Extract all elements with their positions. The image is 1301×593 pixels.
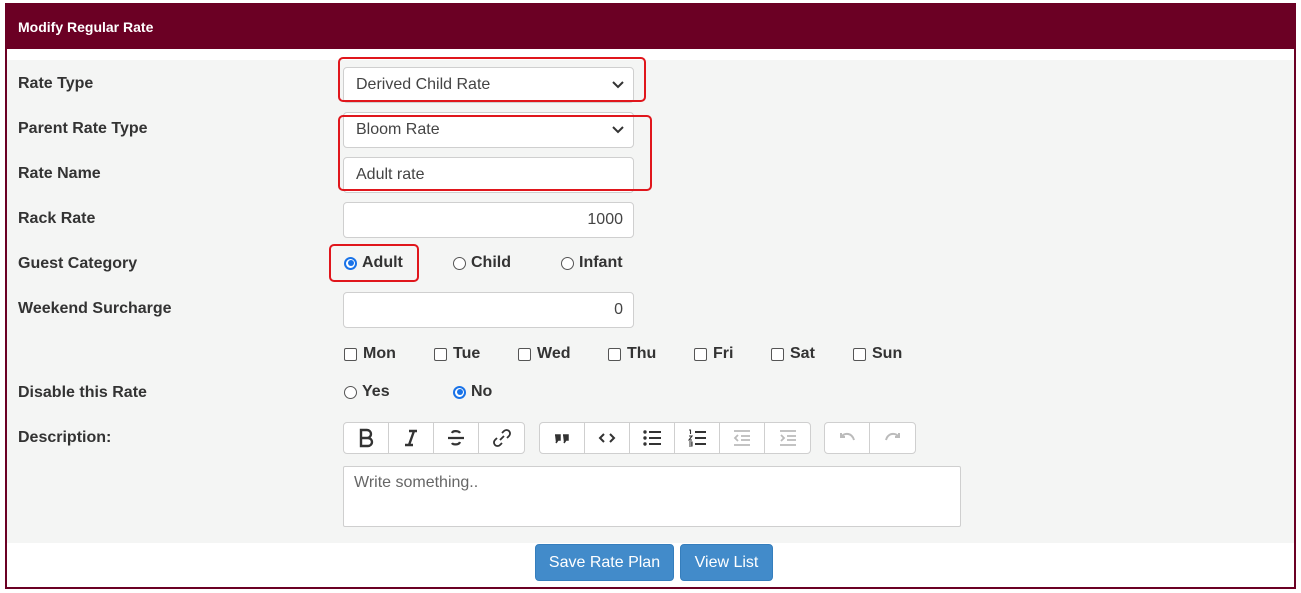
guest-category-label: Guest Category <box>18 255 138 272</box>
italic-icon <box>405 429 417 447</box>
radio-checked[interactable] <box>453 385 466 399</box>
radio-unchecked[interactable] <box>561 256 574 270</box>
rack-rate-input[interactable]: 1000 <box>343 202 634 238</box>
day-thu-checkbox[interactable]: Thu <box>608 345 656 363</box>
checkbox-box[interactable] <box>694 347 707 361</box>
bold-icon <box>359 428 374 448</box>
day-sun-checkbox[interactable]: Sun <box>853 345 902 363</box>
disable-rate-label: Disable this Rate <box>18 384 147 401</box>
checkbox-label: Fri <box>713 345 734 362</box>
rack-rate-label: Rack Rate <box>18 210 96 227</box>
link-icon <box>492 429 511 447</box>
chevron-down-icon <box>612 81 624 89</box>
checkbox-label: Thu <box>627 345 657 362</box>
guest-infant-radio[interactable]: Infant <box>561 254 623 272</box>
checkbox-label: Wed <box>537 345 571 362</box>
numbered-list-icon <box>687 429 706 447</box>
guest-child-radio[interactable]: Child <box>453 254 511 272</box>
redo-button[interactable] <box>870 423 915 453</box>
rate-type-label: Rate Type <box>18 75 94 92</box>
radio-label: Infant <box>579 254 623 271</box>
description-editor[interactable]: Write something.. <box>343 466 961 527</box>
parent-rate-type-select[interactable]: Bloom Rate <box>343 112 634 148</box>
chevron-down-icon <box>612 126 624 134</box>
quote-button[interactable] <box>540 423 585 453</box>
modify-rate-panel: Modify Regular Rate Rate Type Derived Ch… <box>5 3 1296 589</box>
day-mon-checkbox[interactable]: Mon <box>344 345 396 363</box>
view-list-button[interactable]: View List <box>680 544 773 581</box>
rate-name-input[interactable]: Adult rate <box>343 157 634 193</box>
indent-icon <box>779 430 796 446</box>
save-rate-plan-button[interactable]: Save Rate Plan <box>535 544 674 581</box>
strikethrough-button[interactable] <box>434 423 479 453</box>
checkbox-box[interactable] <box>344 347 357 361</box>
italic-button[interactable] <box>389 423 434 453</box>
checkbox-label: Sat <box>790 345 815 362</box>
description-label: Description: <box>18 429 112 446</box>
indent-button[interactable] <box>765 423 810 453</box>
day-fri-checkbox[interactable]: Fri <box>694 345 733 363</box>
outdent-icon <box>733 430 750 446</box>
toolbar-group-block <box>539 422 811 454</box>
code-button[interactable] <box>585 423 630 453</box>
code-icon <box>598 433 616 443</box>
checkbox-box[interactable] <box>608 347 621 361</box>
radio-unchecked[interactable] <box>453 256 466 270</box>
link-button[interactable] <box>479 423 524 453</box>
day-tue-checkbox[interactable]: Tue <box>434 345 480 363</box>
checkbox-box[interactable] <box>434 347 447 361</box>
quote-icon <box>555 434 569 444</box>
bold-button[interactable] <box>344 423 389 453</box>
guest-adult-radio[interactable]: Adult <box>344 254 403 272</box>
panel-title: Modify Regular Rate <box>7 5 1294 49</box>
weekend-surcharge-label: Weekend Surcharge <box>18 300 172 317</box>
radio-unchecked[interactable] <box>344 385 357 399</box>
checkbox-box[interactable] <box>853 347 866 361</box>
checkbox-label: Tue <box>453 345 481 362</box>
checkbox-label: Sun <box>872 345 903 362</box>
checkbox-label: Mon <box>363 345 396 362</box>
rate-type-value: Derived Child Rate <box>356 76 491 93</box>
rate-name-label: Rate Name <box>18 165 101 182</box>
disable-no-radio[interactable]: No <box>453 383 492 401</box>
toolbar-group-format <box>343 422 525 454</box>
radio-checked[interactable] <box>344 256 357 270</box>
radio-label: Child <box>471 254 511 271</box>
day-sat-checkbox[interactable]: Sat <box>771 345 815 363</box>
radio-label: Yes <box>362 383 390 400</box>
undo-button[interactable] <box>825 423 870 453</box>
weekend-surcharge-input[interactable]: 0 <box>343 292 634 328</box>
day-wed-checkbox[interactable]: Wed <box>518 345 570 363</box>
bulleted-list-icon <box>643 430 661 446</box>
radio-label: No <box>471 383 493 400</box>
redo-icon <box>884 432 900 441</box>
toolbar-group-history <box>824 422 916 454</box>
checkbox-box[interactable] <box>771 347 784 361</box>
parent-rate-type-value: Bloom Rate <box>356 121 440 138</box>
parent-rate-type-label: Parent Rate Type <box>18 120 148 137</box>
rate-type-select[interactable]: Derived Child Rate <box>343 67 634 103</box>
outdent-button[interactable] <box>720 423 765 453</box>
radio-label: Adult <box>362 254 403 271</box>
disable-yes-radio[interactable]: Yes <box>344 383 390 401</box>
strikethrough-icon <box>448 430 464 446</box>
numbered-list-button[interactable] <box>675 423 720 453</box>
undo-icon <box>840 432 855 441</box>
checkbox-box[interactable] <box>518 347 531 361</box>
bulleted-list-button[interactable] <box>630 423 675 453</box>
